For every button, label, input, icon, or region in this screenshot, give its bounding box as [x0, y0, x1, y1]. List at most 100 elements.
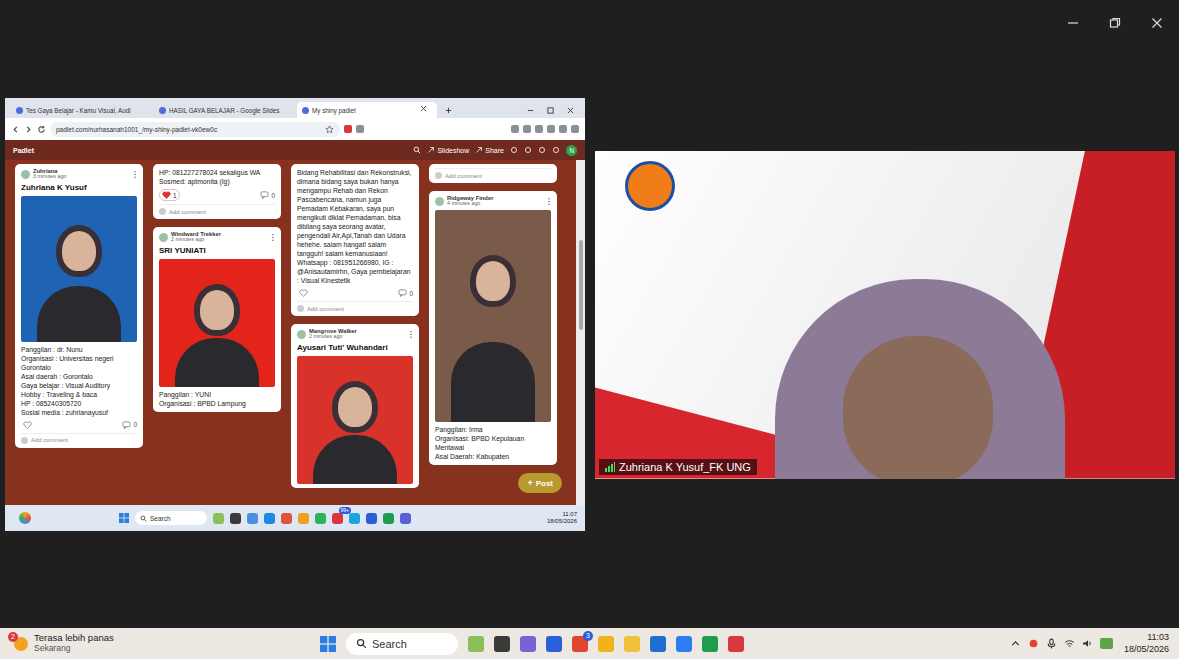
browser-tab[interactable]: Tes Gaya Belajar - Kamu Visual, Audi — [11, 102, 151, 118]
padlet-action[interactable]: Share — [475, 146, 504, 154]
toolbar-icon[interactable] — [535, 125, 543, 133]
browser-tab[interactable]: My shiny padlet — [297, 102, 437, 118]
taskbar-app-icon[interactable] — [281, 513, 292, 524]
close-icon[interactable] — [567, 107, 574, 114]
browser-tab[interactable]: HASIL GAYA BELAJAR - Google Slides — [154, 102, 294, 118]
like-button[interactable] — [297, 288, 310, 298]
back-icon[interactable] — [11, 125, 20, 134]
tray-app-icon[interactable] — [1100, 638, 1113, 649]
microphone-icon[interactable] — [1046, 638, 1057, 649]
padlet-post[interactable]: HP: 081227278024 sekaligus WASosmed: apt… — [153, 164, 281, 219]
padlet-tool-icon[interactable] — [538, 146, 546, 154]
taskbar-app-icon[interactable] — [520, 636, 536, 652]
padlet-tool-icon[interactable] — [552, 146, 560, 154]
taskbar-app-icon[interactable] — [676, 636, 692, 652]
taskbar-app-icon[interactable]: 99+ — [332, 513, 343, 524]
windows-icon[interactable] — [320, 636, 336, 652]
taskbar-search[interactable]: Search — [346, 633, 458, 655]
heart-icon — [299, 289, 308, 297]
taskbar-app-icon[interactable] — [298, 513, 309, 524]
volume-icon[interactable] — [1082, 638, 1093, 649]
taskbar-app-icon[interactable] — [315, 513, 326, 524]
padlet-post[interactable]: Add comment — [429, 164, 557, 183]
padlet-tool-icon[interactable] — [510, 146, 518, 154]
restore-icon[interactable] — [1109, 17, 1121, 29]
wifi-icon[interactable] — [1064, 638, 1075, 649]
padlet-brand[interactable]: Padlet — [13, 147, 34, 154]
comment-count[interactable]: 0 — [398, 289, 413, 297]
more-icon[interactable] — [271, 233, 275, 242]
more-icon[interactable] — [133, 170, 137, 179]
url-field[interactable]: padlet.com/nurhasanah1001_/my-shiny-padl… — [50, 122, 340, 137]
taskbar-search[interactable]: Search — [135, 511, 207, 525]
taskbar-app-icon[interactable] — [702, 636, 718, 652]
taskbar-app-icon[interactable] — [264, 513, 275, 524]
copilot-icon[interactable] — [19, 512, 31, 524]
post-button[interactable]: +Post — [518, 473, 562, 493]
padlet-post[interactable]: Ridgeway Finder 4 minutes ago Panggilan:… — [429, 191, 557, 465]
maximize-icon[interactable] — [547, 107, 554, 114]
toolbar-icon[interactable] — [559, 125, 567, 133]
comment-count[interactable]: 0 — [260, 191, 275, 199]
taskbar-app-icon[interactable] — [650, 636, 666, 652]
more-icon[interactable] — [409, 330, 413, 339]
taskbar-app-icon[interactable] — [468, 636, 484, 652]
add-comment[interactable]: Add comment — [297, 301, 413, 312]
post-photo — [159, 259, 275, 387]
chevron-up-icon[interactable] — [1010, 638, 1021, 649]
reload-icon[interactable] — [37, 125, 46, 134]
like-button[interactable] — [21, 420, 34, 430]
taskbar-app-icon[interactable] — [598, 636, 614, 652]
scrollbar[interactable] — [576, 160, 585, 505]
minimize-icon[interactable] — [527, 107, 534, 114]
taskbar-app-icon[interactable] — [230, 513, 241, 524]
forward-icon[interactable] — [24, 125, 33, 134]
padlet-tool-icon[interactable] — [524, 146, 532, 154]
taskbar-app-icon[interactable] — [349, 513, 360, 524]
taskbar-app-icon[interactable] — [383, 513, 394, 524]
taskbar-app-icon[interactable] — [494, 636, 510, 652]
clock[interactable]: 11:03 18/05/2026 — [1124, 632, 1169, 655]
toolbar-icon[interactable] — [571, 125, 579, 133]
search-icon — [356, 638, 367, 649]
taskbar-app-icon[interactable] — [624, 636, 640, 652]
taskbar-app-icon[interactable]: 3 — [572, 636, 588, 652]
padlet-post[interactable]: Windward Trekker 2 minutes ago SRI YUNIA… — [153, 227, 281, 412]
new-tab-icon[interactable] — [445, 107, 452, 114]
notification-badge: 3 — [583, 631, 593, 641]
taskbar-app-icon[interactable] — [546, 636, 562, 652]
toolbar-icon[interactable] — [511, 125, 519, 133]
like-button[interactable]: 1 — [159, 189, 180, 201]
search-icon[interactable] — [413, 146, 421, 154]
comment-count[interactable]: 0 — [122, 421, 137, 429]
padlet-post[interactable]: Zuhriana 3 minutes ago Zuhriana K Yusuf … — [15, 164, 143, 448]
add-comment[interactable]: Add comment — [159, 204, 275, 215]
taskbar-app-icon[interactable] — [247, 513, 258, 524]
padlet-action[interactable]: Slideshow — [427, 146, 469, 154]
taskbar-app-icon[interactable] — [213, 513, 224, 524]
close-tab-icon[interactable] — [420, 105, 427, 112]
toolbar-icon[interactable] — [547, 125, 555, 133]
security-icon[interactable] — [1028, 638, 1039, 649]
windows-icon[interactable] — [119, 513, 129, 523]
taskbar-app-icon[interactable] — [728, 636, 744, 652]
add-comment[interactable]: Add comment — [21, 433, 137, 444]
padlet-post[interactable]: Bidang Rehabilitasi dan Rekonstruksi, di… — [291, 164, 419, 316]
padlet-post[interactable]: Mangrove Walker 2 minutes ago Ayusari Tu… — [291, 324, 419, 488]
star-icon[interactable] — [325, 125, 334, 134]
close-icon[interactable] — [1151, 17, 1163, 29]
weather-widget[interactable]: 2 Terasa lebih panas Sekarang — [14, 633, 244, 654]
more-icon[interactable] — [547, 197, 551, 206]
extension-icon[interactable] — [344, 125, 352, 133]
extension-icon[interactable] — [356, 125, 364, 133]
action-icon — [427, 146, 435, 154]
clock[interactable]: 11:07 18/05/2026 — [547, 511, 577, 525]
user-avatar[interactable]: N — [566, 145, 577, 156]
add-comment[interactable]: Add comment — [435, 168, 551, 179]
toolbar-icon[interactable] — [523, 125, 531, 133]
address-bar: padlet.com/nurhasanah1001_/my-shiny-padl… — [5, 118, 585, 140]
taskbar-app-icon[interactable] — [366, 513, 377, 524]
post-body: Bidang Rehabilitasi dan Rekonstruksi, di… — [297, 168, 413, 285]
minimize-icon[interactable] — [1067, 17, 1079, 29]
taskbar-app-icon[interactable] — [400, 513, 411, 524]
